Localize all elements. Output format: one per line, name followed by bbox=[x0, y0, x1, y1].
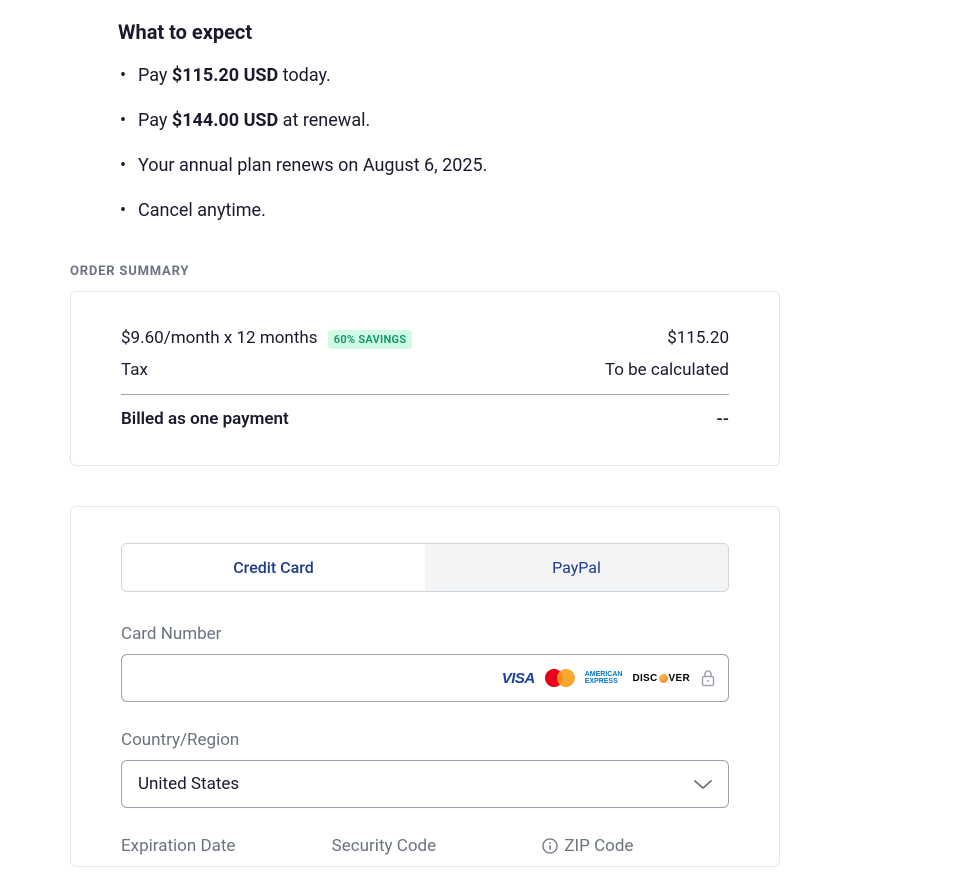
chevron-down-icon bbox=[694, 775, 712, 794]
info-icon[interactable] bbox=[542, 838, 558, 854]
security-code-field: Security Code bbox=[332, 836, 519, 866]
card-number-label: Card Number bbox=[121, 624, 729, 644]
expiration-label: Expiration Date bbox=[121, 836, 308, 856]
summary-plan-text: $9.60/month x 12 months bbox=[121, 328, 318, 348]
summary-plan-price: $115.20 bbox=[667, 328, 729, 348]
expect-item: Pay $115.20 USD today. bbox=[118, 62, 976, 89]
expect-list: Pay $115.20 USD today. Pay $144.00 USD a… bbox=[118, 62, 976, 224]
security-code-label: Security Code bbox=[332, 836, 519, 856]
zip-label: ZIP Code bbox=[542, 836, 729, 856]
lock-icon bbox=[700, 669, 716, 687]
discover-icon: DISCVER bbox=[632, 673, 690, 684]
expect-item: Your annual plan renews on August 6, 202… bbox=[118, 152, 976, 179]
total-value: -- bbox=[717, 409, 729, 429]
summary-tax-row: Tax To be calculated bbox=[121, 360, 729, 380]
total-label: Billed as one payment bbox=[121, 409, 289, 429]
amex-icon: AMERICANEXPRESS bbox=[585, 671, 623, 685]
visa-icon: VISA bbox=[502, 670, 535, 687]
expiration-field: Expiration Date bbox=[121, 836, 308, 866]
expect-item: Cancel anytime. bbox=[118, 197, 976, 224]
card-details-row: Expiration Date Security Code ZIP Code bbox=[121, 836, 729, 866]
zip-field: ZIP Code bbox=[542, 836, 729, 866]
expect-item: Pay $144.00 USD at renewal. bbox=[118, 107, 976, 134]
payment-card: Credit Card PayPal Card Number VISA AMER… bbox=[70, 506, 780, 867]
payment-tabs: Credit Card PayPal bbox=[121, 543, 729, 592]
country-label: Country/Region bbox=[121, 730, 729, 750]
mastercard-icon bbox=[545, 669, 575, 687]
summary-total-row: Billed as one payment -- bbox=[121, 409, 729, 429]
savings-badge: 60% SAVINGS bbox=[328, 330, 413, 349]
what-to-expect-section: What to expect Pay $115.20 USD today. Pa… bbox=[118, 20, 976, 224]
country-value: United States bbox=[138, 774, 239, 794]
card-number-input-wrapper[interactable]: VISA AMERICANEXPRESS DISCVER bbox=[121, 654, 729, 702]
country-field: Country/Region United States bbox=[121, 730, 729, 808]
what-to-expect-title: What to expect bbox=[118, 20, 976, 44]
order-summary-label: ORDER SUMMARY bbox=[70, 264, 976, 279]
tax-label: Tax bbox=[121, 360, 148, 380]
summary-line-item: $9.60/month x 12 months 60% SAVINGS $115… bbox=[121, 328, 729, 348]
summary-divider bbox=[121, 394, 729, 395]
tab-paypal[interactable]: PayPal bbox=[425, 544, 728, 591]
card-brand-icons: VISA AMERICANEXPRESS DISCVER bbox=[502, 669, 716, 687]
tab-credit-card[interactable]: Credit Card bbox=[122, 544, 425, 591]
card-number-field: Card Number VISA AMERICANEXPRESS DISCVER bbox=[121, 624, 729, 702]
order-summary-card: $9.60/month x 12 months 60% SAVINGS $115… bbox=[70, 291, 780, 466]
card-number-input[interactable] bbox=[134, 655, 502, 701]
country-select[interactable]: United States bbox=[121, 760, 729, 808]
tax-value: To be calculated bbox=[605, 360, 729, 380]
